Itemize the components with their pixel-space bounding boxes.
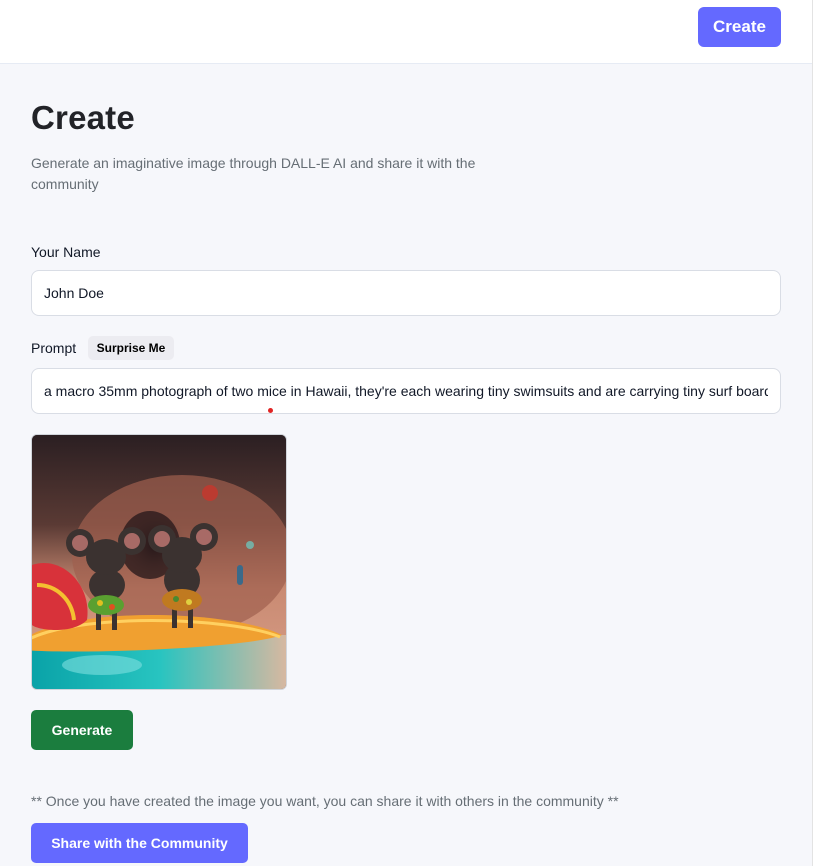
page-description: Generate an imaginative image through DA…: [31, 155, 476, 192]
page-scrollbar[interactable]: [812, 0, 816, 866]
share-community-button[interactable]: Share with the Community: [31, 823, 248, 863]
share-note: ** Once you have created the image you w…: [31, 793, 619, 809]
surprise-me-button[interactable]: Surprise Me: [88, 336, 174, 360]
prompt-label: Prompt: [31, 340, 77, 356]
page-title: Create: [31, 99, 135, 136]
prompt-input[interactable]: [31, 368, 781, 414]
name-label: Your Name: [31, 244, 101, 260]
mice-surfing-image: [32, 435, 286, 689]
generate-button[interactable]: Generate: [31, 710, 133, 750]
top-header: Create: [0, 0, 812, 64]
generated-image-preview: [31, 434, 287, 690]
spellcheck-marker: [268, 408, 273, 413]
name-input[interactable]: [31, 270, 781, 316]
header-create-button[interactable]: Create: [698, 7, 781, 47]
